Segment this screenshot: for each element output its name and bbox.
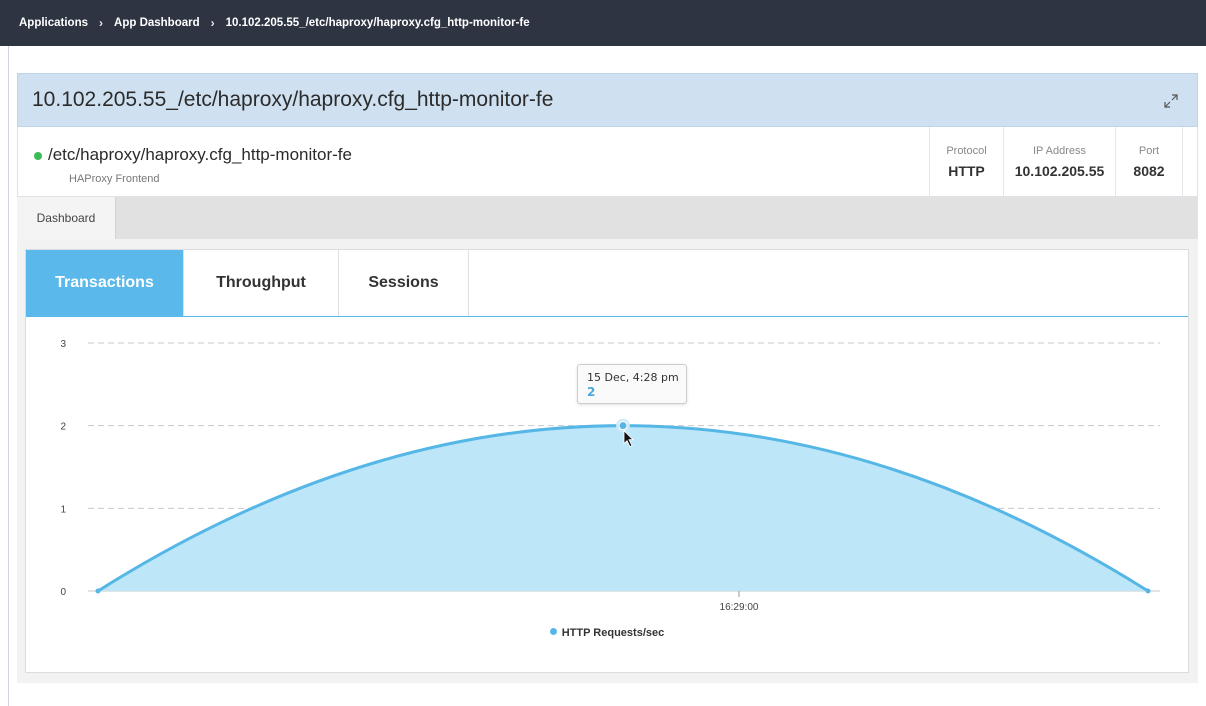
data-point — [1145, 588, 1151, 594]
metrics-card: Transactions Throughput Sessions 0 1 2 3 16:… — [25, 249, 1189, 673]
breadcrumb-current: 10.102.205.55_/etc/haproxy/haproxy.cfg_h… — [225, 17, 530, 29]
dashboard-content: Transactions Throughput Sessions 0 1 2 3 16:… — [17, 239, 1198, 683]
tab-throughput[interactable]: Throughput — [184, 250, 339, 316]
entity-header: /etc/haproxy/haproxy.cfg_http-monitor-fe… — [17, 127, 1198, 197]
chart-legend[interactable]: HTTP Requests/sec — [26, 627, 1188, 639]
entity-type: HAProxy Frontend — [69, 173, 160, 185]
chart-tabs: Transactions Throughput Sessions — [26, 250, 1188, 317]
y-tick-label: 2 — [60, 422, 66, 433]
y-tick-label: 0 — [60, 587, 66, 598]
protocol-label: Protocol — [946, 145, 987, 157]
breadcrumb-app-dashboard[interactable]: App Dashboard — [114, 17, 200, 29]
title-bar: 10.102.205.55_/etc/haproxy/haproxy.cfg_h… — [17, 73, 1198, 127]
ip-address-value: 10.102.205.55 — [1014, 163, 1105, 179]
data-point — [618, 421, 628, 431]
status-indicator — [34, 152, 42, 160]
port-label: Port — [1138, 145, 1160, 157]
port-value: 8082 — [1133, 163, 1165, 179]
legend-series-label: HTTP Requests/sec — [561, 627, 665, 639]
data-point — [95, 588, 101, 594]
tab-dashboard[interactable]: Dashboard — [17, 197, 116, 239]
protocol-value: HTTP — [948, 163, 985, 179]
transactions-chart: 0 1 2 3 16:29:00 — [60, 339, 1160, 613]
entity-name: /etc/haproxy/haproxy.cfg_http-monitor-fe — [48, 145, 352, 164]
legend-series-marker — [549, 628, 557, 635]
ip-address-label: IP Address — [1033, 145, 1086, 157]
breadcrumb-applications[interactable]: Applications — [19, 17, 88, 29]
y-tick-label: 1 — [60, 504, 66, 515]
x-tick-label: 16:29:00 — [720, 602, 759, 613]
breadcrumb-separator-icon: › — [210, 16, 215, 30]
tab-sessions[interactable]: Sessions — [339, 250, 469, 316]
view-tabs: Dashboard — [17, 197, 1198, 239]
breadcrumb: Applications › App Dashboard › 10.102.20… — [0, 0, 1206, 46]
tooltip-value: 2 — [587, 385, 596, 399]
series-area-http-requests — [98, 425, 1148, 591]
expand-icon[interactable] — [1163, 93, 1179, 109]
breadcrumb-separator-icon: › — [99, 16, 104, 30]
left-divider — [8, 46, 9, 706]
protocol-field: Protocol HTTP — [929, 127, 1003, 196]
chart-tooltip: 15 Dec, 4:28 pm 2 — [577, 364, 687, 404]
ip-address-field: IP Address 10.102.205.55 — [1003, 127, 1115, 196]
page-title: 10.102.205.55_/etc/haproxy/haproxy.cfg_h… — [32, 88, 554, 111]
port-field: Port 8082 — [1115, 127, 1183, 196]
tooltip-timestamp: 15 Dec, 4:28 pm — [587, 371, 679, 384]
y-tick-label: 3 — [60, 339, 66, 350]
tab-transactions[interactable]: Transactions — [26, 250, 184, 316]
